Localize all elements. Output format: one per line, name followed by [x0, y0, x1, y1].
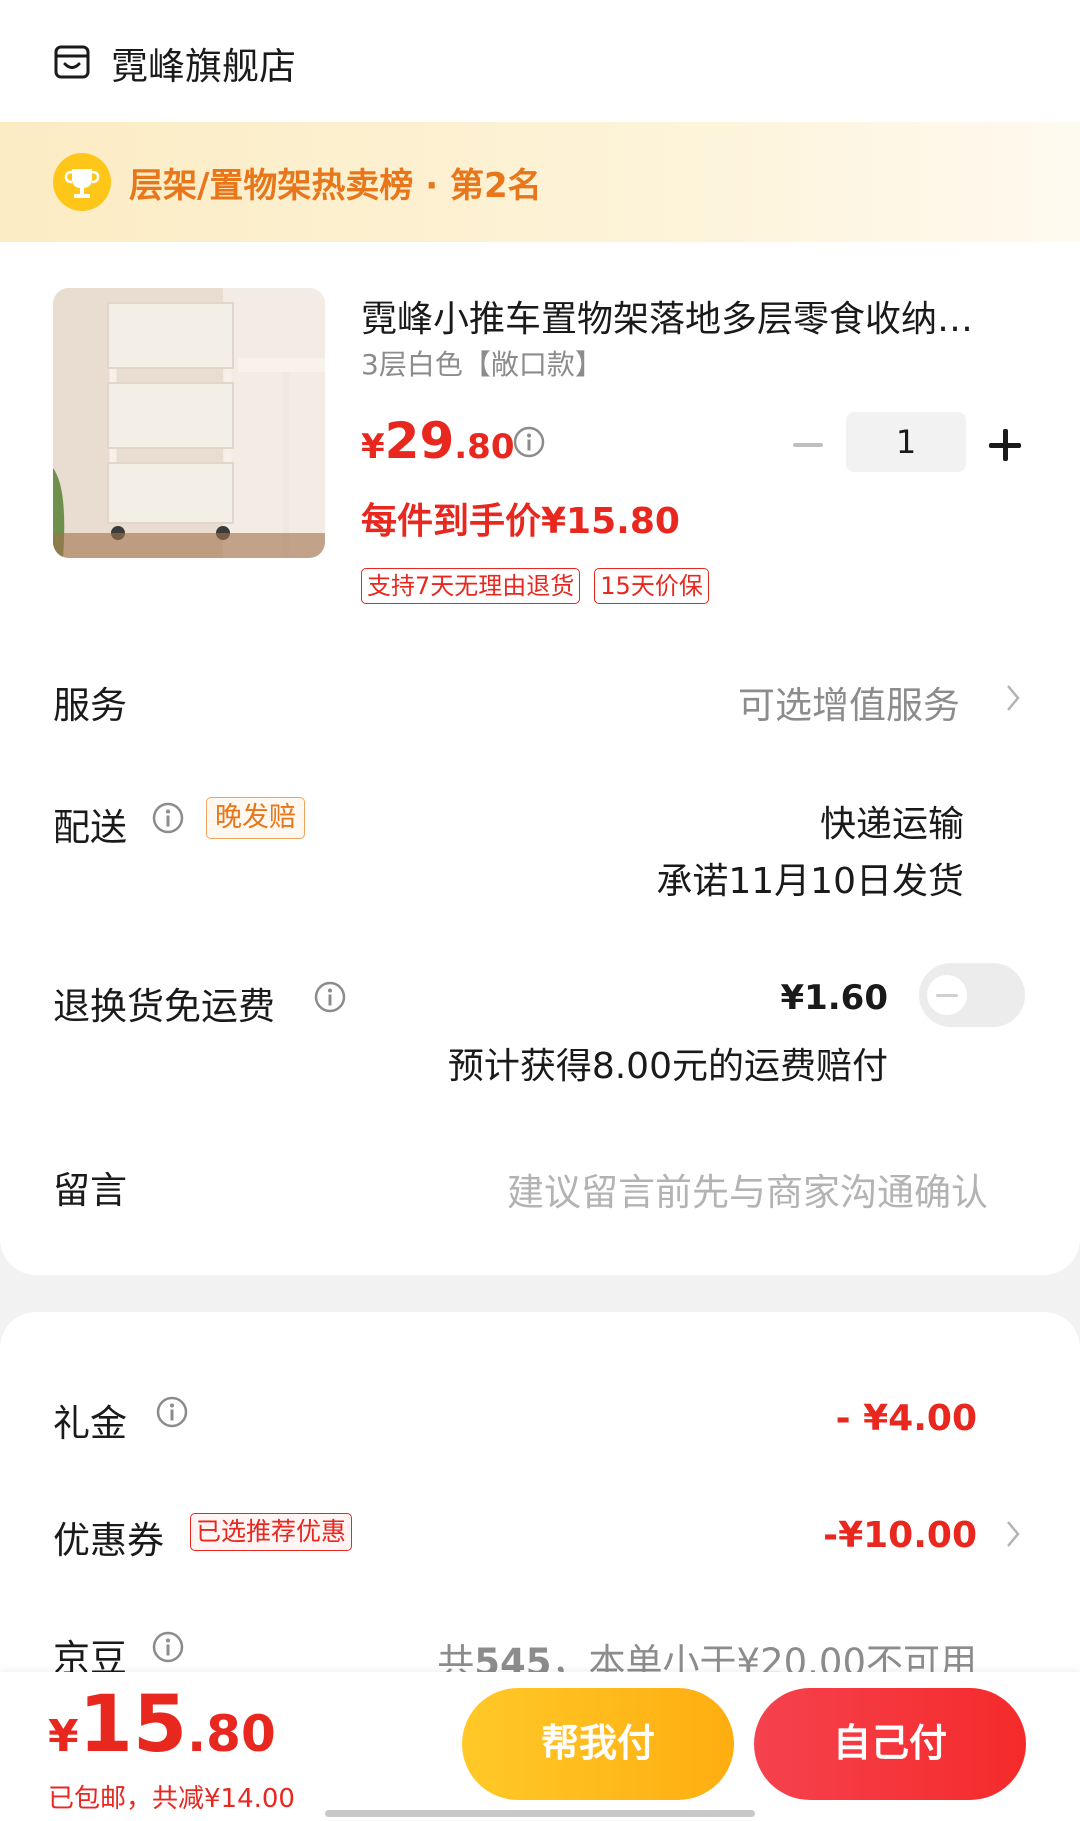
store-header[interactable]: 霓峰旗舰店	[53, 38, 296, 88]
coupon-value[interactable]: -¥10.00	[823, 1515, 977, 1556]
final-unit-price: 每件到手价¥15.80	[361, 501, 680, 542]
rank-banner[interactable]: 层架/置物架热卖榜 · 第2名	[0, 122, 1080, 242]
delivery-method[interactable]: 快递运输	[820, 795, 964, 847]
return-shipping-toggle[interactable]	[919, 963, 1025, 1027]
price-currency: ¥	[361, 427, 385, 467]
gift-money-value: - ¥4.00	[835, 1398, 977, 1439]
product-image[interactable]	[53, 288, 325, 558]
store-icon	[54, 45, 90, 79]
return-shipping-note: 预计获得8.00元的运费赔付	[447, 1046, 888, 1087]
tag-price-protect: 15天价保	[594, 568, 709, 604]
jingdou-info-icon[interactable]	[151, 1630, 185, 1664]
chevron-right-icon[interactable]	[1004, 1518, 1022, 1550]
minus-icon	[793, 443, 823, 447]
price-decimal: .80	[454, 427, 515, 467]
info-icon[interactable]	[512, 425, 546, 459]
message-input[interactable]: 建议留言前先与商家沟通确认	[507, 1162, 988, 1216]
return-shipping-fee: ¥1.60	[780, 978, 888, 1018]
store-name: 霓峰旗舰店	[111, 45, 296, 88]
total-discount-note[interactable]: 已包邮，共减¥14.00	[48, 1778, 295, 1815]
service-label: 服务	[53, 684, 127, 727]
product-price: ¥ 29 .80	[361, 412, 515, 470]
delivery-info-icon[interactable]	[151, 801, 185, 835]
product-spec[interactable]: 3层白色【敞口款】	[361, 343, 603, 383]
quantity-decrease-button[interactable]	[786, 430, 830, 460]
home-indicator	[325, 1810, 755, 1817]
return-shipping-label: 退换货免运费	[53, 985, 275, 1028]
rank-text: 层架/置物架热卖榜 · 第2名	[129, 165, 542, 206]
total-price: ¥ 15 .80	[48, 1680, 276, 1770]
coupon-label: 优惠券	[53, 1519, 164, 1562]
coupon-recommended-badge: 已选推荐优惠	[190, 1513, 353, 1551]
product-tags: 支持7天无理由退货 15天价保	[361, 568, 709, 604]
service-value[interactable]: 可选增值服务	[738, 675, 960, 729]
self-pay-button[interactable]: 自己付	[754, 1688, 1026, 1800]
message-label: 留言	[53, 1169, 127, 1212]
toggle-knob	[927, 975, 967, 1015]
product-title[interactable]: 霓峰小推车置物架落地多层零食收纳…	[361, 290, 1031, 342]
total-integer: 15	[78, 1680, 188, 1770]
chevron-right-icon[interactable]	[1004, 682, 1022, 714]
total-currency: ¥	[48, 1711, 79, 1762]
delivery-promise[interactable]: 承诺11月10日发货	[656, 852, 964, 904]
tag-return: 支持7天无理由退货	[361, 568, 581, 604]
total-decimal: .80	[187, 1705, 276, 1763]
gift-info-icon[interactable]	[155, 1395, 189, 1429]
price-integer: 29	[384, 412, 455, 470]
trophy-icon	[53, 153, 111, 211]
help-pay-button[interactable]: 帮我付	[462, 1688, 734, 1800]
late-compensation-badge: 晚发赔	[206, 797, 305, 839]
gift-money-label: 礼金	[53, 1402, 127, 1445]
quantity-input[interactable]: 1	[846, 412, 966, 472]
quantity-increase-button[interactable]	[985, 425, 1025, 465]
delivery-label: 配送	[53, 806, 127, 849]
return-info-icon[interactable]	[313, 980, 347, 1014]
